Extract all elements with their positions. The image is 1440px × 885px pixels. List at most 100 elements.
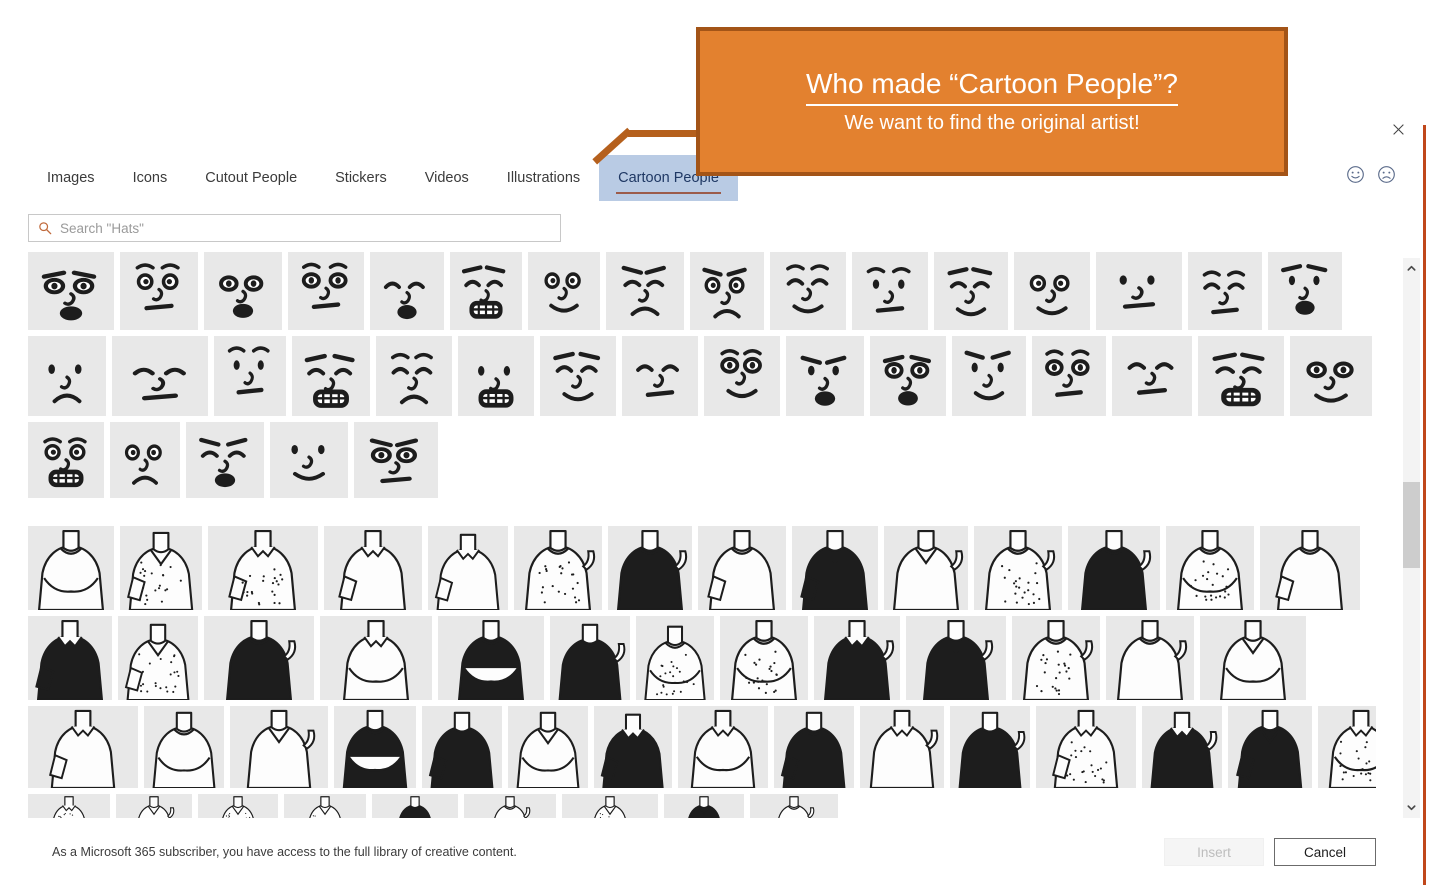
thumbnail-body-open-jacket[interactable]: [428, 526, 508, 610]
thumbnail-body-lightning-tee[interactable]: [550, 616, 630, 700]
thumbnail-body-leather-jacket[interactable]: [28, 616, 112, 700]
search-input[interactable]: Search "Hats": [28, 214, 561, 242]
thumbnail-body-polkadot-blouse[interactable]: [144, 706, 224, 788]
thumbnail-body-dotted-holding-cup[interactable]: [678, 706, 768, 788]
thumbnail-body-wave-hand-black[interactable]: [464, 794, 556, 818]
thumbnail-body-tee-holding-phone[interactable]: [1106, 616, 1194, 700]
thumbnail-body-laptop-shirt[interactable]: [438, 616, 544, 700]
thumbnail-body-black-tee[interactable]: [884, 526, 968, 610]
cancel-button[interactable]: Cancel: [1274, 838, 1376, 866]
thumbnail-face-angry-brows[interactable]: [1096, 252, 1182, 330]
thumbnail-body-plain-blouse[interactable]: [198, 794, 278, 818]
thumbnail-body-striped-arms-crossed[interactable]: [1228, 706, 1312, 788]
thumbnail-face-round-eyes-frown[interactable]: [28, 336, 106, 416]
thumbnail-body-collared-shirt[interactable]: [608, 526, 692, 610]
thumbnail-body-patterned-top[interactable]: [120, 526, 202, 610]
content-scrollbar[interactable]: [1403, 258, 1420, 818]
thumbnail-face-flat-brows[interactable]: [288, 252, 364, 330]
thumbnail-body-floral-top[interactable]: [508, 706, 588, 788]
thumbnail-body-cardigan-point[interactable]: [324, 526, 422, 610]
thumbnail-body-shrug-vneck[interactable]: [208, 526, 318, 610]
thumbnail-body-raised-hand-plain[interactable]: [750, 794, 838, 818]
tab-images[interactable]: Images: [28, 155, 114, 201]
thumbnail-body-laptop-polo[interactable]: [204, 616, 314, 700]
thumbnail-face-lips-smile[interactable]: [852, 252, 928, 330]
thumbnail-face-teeth-grid[interactable]: [270, 422, 348, 498]
thumbnail-face-wide-eyes-smile[interactable]: [120, 252, 198, 330]
thumbnail-face-shouting[interactable]: [786, 336, 864, 416]
thumbnail-face-skeptic[interactable]: [540, 336, 616, 416]
thumbnail-body-laptop-cardigan[interactable]: [320, 616, 432, 700]
thumbnail-body-black-polo-point[interactable]: [906, 616, 1006, 700]
tab-videos[interactable]: Videos: [406, 155, 488, 201]
scroll-up-icon[interactable]: [1403, 260, 1420, 277]
thumbnail-face-buck-teeth[interactable]: [622, 336, 698, 416]
thumbnail-face-crying[interactable]: [1198, 336, 1284, 416]
thumbnail-face-content[interactable]: [1032, 336, 1106, 416]
tab-stickers[interactable]: Stickers: [316, 155, 406, 201]
thumbnail-face-side-eye[interactable]: [1290, 336, 1372, 416]
thumbnail-face-lips-pout[interactable]: [704, 336, 780, 416]
thumbnail-face-heart-eyes-grin[interactable]: [458, 336, 534, 416]
thumbnail-body-collar-buttons[interactable]: [860, 706, 944, 788]
thumbnail-body-necktie-arms-crossed[interactable]: [1068, 526, 1160, 610]
thumbnail-face-stern-brow[interactable]: [870, 336, 946, 416]
thumbnail-body-ruffle-point[interactable]: [28, 706, 138, 788]
insert-button[interactable]: Insert: [1164, 838, 1264, 866]
thumbnail-body-crossed-arms-dark[interactable]: [28, 526, 114, 610]
thumbnail-body-draped-scarf[interactable]: [594, 706, 672, 788]
scrollbar-thumb[interactable]: [1403, 482, 1420, 568]
thumbnail-face-shock-teeth[interactable]: [292, 336, 370, 416]
smiley-happy-icon[interactable]: [1346, 165, 1365, 184]
thumbnail-body-dark-dotted-top[interactable]: [792, 526, 878, 610]
thumbnail-face-squint[interactable]: [952, 336, 1026, 416]
thumbnail-face-grin-teeth[interactable]: [204, 252, 282, 330]
thumbnail-body-vest-bow[interactable]: [720, 616, 808, 700]
thumbnail-body-dotted-folded-hands[interactable]: [1318, 706, 1376, 788]
tab-icons[interactable]: Icons: [114, 155, 187, 201]
thumbnail-face-toothy-smile[interactable]: [770, 252, 846, 330]
thumbnail-body-tie-neck-blouse[interactable]: [116, 794, 192, 818]
thumbnail-body-hand-on-chest[interactable]: [698, 526, 786, 610]
thumbnail-face-wink[interactable]: [1188, 252, 1262, 330]
thumbnail-face-big-glasses[interactable]: [112, 336, 208, 416]
thumbnail-body-peace-sign[interactable]: [372, 794, 458, 818]
thumbnail-body-striped-tee[interactable]: [1142, 706, 1222, 788]
thumbnail-body-raised-hand-vneck[interactable]: [664, 794, 744, 818]
thumbnail-body-mandarin-collar[interactable]: [334, 706, 416, 788]
thumbnail-body-button-shirt[interactable]: [514, 526, 602, 610]
thumbnail-body-striped-cardigan[interactable]: [118, 616, 198, 700]
thumbnail-face-heart-eyes[interactable]: [376, 336, 452, 416]
thumbnail-body-black-tee-point[interactable]: [1200, 616, 1306, 700]
smiley-sad-icon[interactable]: [1377, 165, 1396, 184]
thumbnail-body-black-camisole[interactable]: [28, 794, 110, 818]
thumbnail-face-curious[interactable]: [370, 252, 444, 330]
close-icon[interactable]: [1386, 117, 1410, 141]
thumbnail-body-tee-phone[interactable]: [1012, 616, 1100, 700]
thumbnail-body-wave-hand-white[interactable]: [562, 794, 658, 818]
thumbnail-face-laugh-tears[interactable]: [1112, 336, 1192, 416]
thumbnail-face-frown-brows[interactable]: [354, 422, 438, 498]
thumbnail-face-open-mouth[interactable]: [606, 252, 684, 330]
thumbnail-body-bat-print-point[interactable]: [1036, 706, 1136, 788]
thumbnail-face-simple-brows[interactable]: [214, 336, 286, 416]
thumbnail-face-sleepy[interactable]: [450, 252, 522, 330]
thumbnail-body-dotted-blouse[interactable]: [636, 616, 714, 700]
thumbnail-face-sly[interactable]: [934, 252, 1008, 330]
thumbnail-body-black-tee-plain[interactable]: [950, 706, 1030, 788]
thumbnail-face-flat-mouth[interactable]: [186, 422, 264, 498]
thumbnail-face-nose-smile[interactable]: [110, 422, 180, 498]
thumbnail-body-holding-clipboard[interactable]: [1260, 526, 1360, 610]
thumbnail-body-raised-hand[interactable]: [974, 526, 1062, 610]
thumbnail-grid[interactable]: [28, 252, 1376, 818]
thumbnail-face-round-eyes-tear[interactable]: [28, 422, 104, 498]
thumbnail-body-buttoned-shirt[interactable]: [422, 706, 502, 788]
thumbnail-body-holding-phone[interactable]: [1166, 526, 1254, 610]
scroll-down-icon[interactable]: [1403, 799, 1420, 816]
tab-cutout-people[interactable]: Cutout People: [186, 155, 316, 201]
thumbnail-body-plain-sweater[interactable]: [774, 706, 854, 788]
thumbnail-body-black-top[interactable]: [284, 794, 366, 818]
thumbnail-body-collared-holding[interactable]: [814, 616, 900, 700]
tab-illustrations[interactable]: Illustrations: [488, 155, 599, 201]
thumbnail-face-whistle[interactable]: [528, 252, 600, 330]
